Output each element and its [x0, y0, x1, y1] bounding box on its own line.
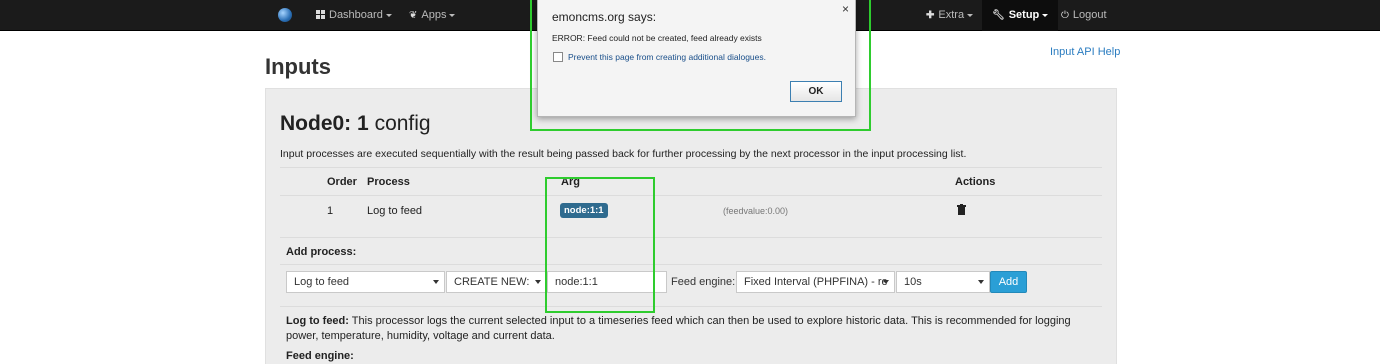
plus-icon: ✚ — [926, 10, 935, 21]
nav-apps[interactable]: ❦ Apps — [409, 0, 456, 31]
nav-logout[interactable]: ⏻ Logout — [1061, 0, 1107, 31]
chevron-down-icon — [385, 13, 392, 17]
nav-extra-label: Extra — [938, 9, 965, 21]
page-title: Inputs — [265, 54, 331, 79]
dropdown-arrow-icon — [883, 280, 889, 284]
col-header-actions: Actions — [955, 176, 996, 188]
create-feed-select[interactable]: CREATE NEW: — [446, 271, 547, 293]
dashboard-grid-icon — [316, 10, 325, 19]
nav-apps-label: Apps — [421, 9, 447, 21]
chevron-down-icon — [449, 13, 456, 17]
feed-engine-select-value: Fixed Interval (PHPFINA) - re — [744, 276, 888, 288]
dialog-highlight-box — [530, 0, 871, 131]
node-title: Node0: 1 config — [280, 112, 431, 136]
divider — [280, 195, 1102, 196]
nav-dashboard[interactable]: Dashboard — [316, 0, 392, 31]
interval-select-value: 10s — [904, 276, 922, 288]
dropdown-arrow-icon — [433, 280, 439, 284]
process-select[interactable]: Log to feed — [286, 271, 445, 293]
power-icon: ⏻ — [1061, 10, 1069, 21]
dropdown-arrow-icon — [978, 280, 984, 284]
dropdown-arrow-icon — [535, 280, 541, 284]
nav-dashboard-label: Dashboard — [329, 9, 383, 21]
divider — [280, 237, 1102, 238]
wrench-icon: 🔧︎ — [992, 10, 1005, 21]
node-title-suffix: config — [374, 112, 431, 135]
create-feed-select-value: CREATE NEW: — [454, 276, 530, 288]
feed-engine-label: Feed engine: — [671, 271, 736, 293]
col-header-order: Order — [327, 176, 357, 188]
node-name: Node0: — [280, 112, 352, 135]
arg-highlight-box — [545, 177, 655, 313]
process-help-text: Log to feed: This processor logs the cur… — [286, 314, 1096, 344]
input-api-help-link[interactable]: Input API Help — [1050, 46, 1120, 58]
node-id: 1 — [357, 112, 369, 135]
feed-engine-heading: Feed engine: — [286, 350, 354, 362]
add-process-label: Add process: — [286, 246, 357, 258]
chevron-down-icon — [967, 13, 974, 17]
node-description: Input processes are executed sequentiall… — [280, 148, 967, 160]
chevron-down-icon — [1042, 13, 1049, 17]
nav-setup[interactable]: 🔧︎ Setup — [982, 0, 1059, 31]
nav-setup-label: Setup — [1008, 9, 1040, 21]
nav-logout-label: Logout — [1072, 9, 1107, 21]
process-select-value: Log to feed — [294, 276, 350, 288]
globe-logo-icon[interactable] — [278, 8, 292, 22]
divider — [280, 306, 1102, 307]
row-feedvalue: (feedvalue:0.00) — [723, 206, 789, 216]
interval-select[interactable]: 10s — [896, 271, 990, 293]
add-process-button[interactable]: Add — [990, 271, 1027, 293]
trash-icon[interactable] — [957, 204, 966, 215]
feed-engine-select[interactable]: Fixed Interval (PHPFINA) - re — [736, 271, 895, 293]
row-process: Log to feed — [367, 205, 423, 217]
divider — [280, 264, 1102, 265]
col-header-process: Process — [367, 176, 410, 188]
row-order: 1 — [327, 205, 334, 217]
nav-extra[interactable]: ✚ Extra — [926, 0, 974, 31]
process-help-body: This processor logs the current selected… — [286, 315, 1071, 342]
apps-leaf-icon: ❦ — [409, 10, 418, 21]
process-help-title: Log to feed: — [286, 315, 349, 327]
divider — [280, 167, 1102, 168]
